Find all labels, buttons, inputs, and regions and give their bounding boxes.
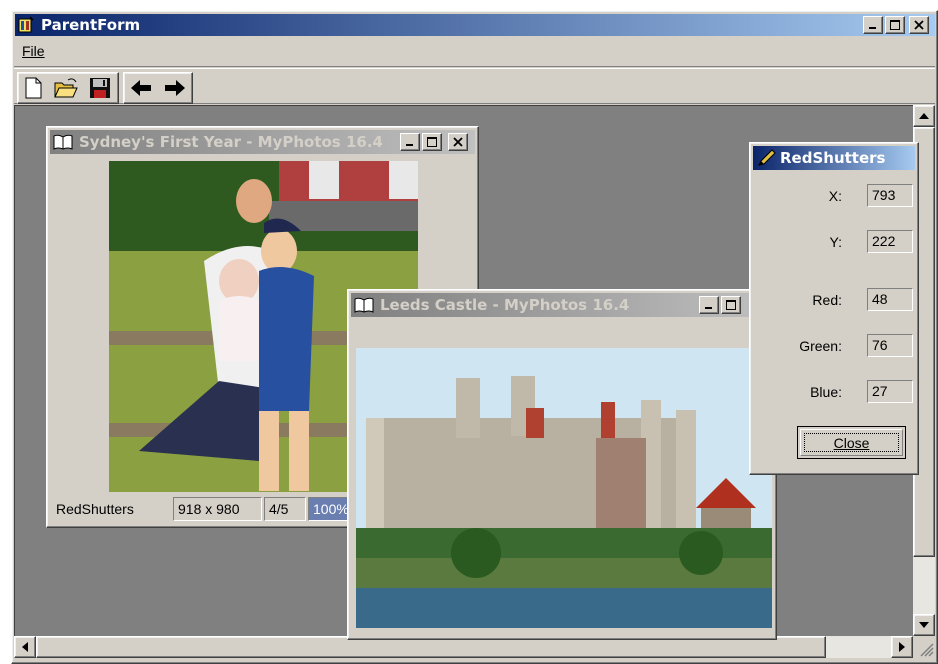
parent-title-bar[interactable]: ParentForm (15, 14, 935, 36)
arrow-right-icon (165, 80, 185, 96)
green-value-field: 76 (867, 334, 913, 357)
green-label: Green: (799, 338, 842, 354)
red-label: Red: (812, 292, 842, 308)
book-icon (53, 133, 73, 155)
status-image-name: RedShutters (56, 501, 134, 517)
x-label: X: (828, 188, 842, 204)
sydney-title-text: Sydney's First Year - MyPhotos 16.4 (79, 133, 383, 151)
maximize-icon (890, 20, 900, 30)
minimize-icon (406, 144, 413, 146)
menu-bar: File (14, 37, 935, 67)
leeds-title-text: Leeds Castle - MyPhotos 16.4 (380, 296, 630, 314)
scroll-right-button[interactable] (891, 636, 913, 658)
app-icon (17, 16, 35, 34)
minimize-icon (705, 307, 712, 309)
maximize-icon (726, 300, 736, 310)
save-button[interactable] (86, 74, 114, 102)
leeds-maximize-button[interactable] (721, 296, 741, 314)
size-grip[interactable] (913, 636, 935, 658)
pencil-icon (757, 149, 777, 171)
triangle-right-icon (899, 642, 905, 652)
leeds-photo (356, 348, 772, 628)
minimize-button[interactable] (863, 16, 883, 34)
new-document-icon (25, 77, 42, 99)
resize-grip-icon (920, 643, 934, 657)
dialog-close-label: Close (833, 434, 870, 451)
leeds-minimize-button[interactable] (699, 296, 719, 314)
floppy-disk-icon (90, 78, 110, 98)
minimize-icon (869, 27, 876, 29)
close-button[interactable] (909, 16, 929, 34)
menu-file[interactable]: File (22, 43, 45, 59)
triangle-down-icon (919, 622, 929, 628)
x-value-field: 793 (867, 184, 913, 207)
dialog-close-button[interactable]: Close (797, 426, 906, 459)
back-button[interactable] (127, 74, 155, 102)
sydney-close-button[interactable] (448, 133, 468, 151)
parent-title-text: ParentForm (41, 16, 141, 34)
sydney-title-bar[interactable]: Sydney's First Year - MyPhotos 16.4 (50, 130, 475, 154)
leeds-title-bar[interactable]: Leeds Castle - MyPhotos 16.4 (351, 293, 773, 317)
sydney-maximize-button[interactable] (422, 133, 442, 151)
book-icon (354, 296, 374, 318)
y-value-field: 222 (867, 230, 913, 253)
new-button[interactable] (19, 74, 47, 102)
scroll-up-button[interactable] (913, 105, 935, 127)
blue-label: Blue: (810, 384, 842, 400)
close-icon (453, 137, 463, 147)
triangle-up-icon (919, 113, 929, 119)
maximize-button[interactable] (885, 16, 905, 34)
red-value-field: 48 (867, 288, 913, 311)
status-image-size: 918 x 980 (173, 497, 262, 521)
sydney-minimize-button[interactable] (400, 133, 420, 151)
y-label: Y: (829, 234, 842, 250)
toolbar (14, 68, 935, 104)
close-icon (914, 20, 924, 30)
arrow-left-icon (131, 80, 151, 96)
redshutters-title-bar[interactable]: RedShutters (753, 146, 915, 170)
redshutters-title-text: RedShutters (780, 149, 886, 167)
forward-button[interactable] (161, 74, 189, 102)
scroll-down-button[interactable] (913, 614, 935, 636)
open-folder-icon (54, 78, 78, 98)
open-button[interactable] (52, 74, 80, 102)
triangle-left-icon (22, 642, 28, 652)
blue-value-field: 27 (867, 380, 913, 403)
status-image-index: 4/5 (264, 497, 306, 521)
scroll-left-button[interactable] (14, 636, 36, 658)
maximize-icon (427, 137, 437, 147)
